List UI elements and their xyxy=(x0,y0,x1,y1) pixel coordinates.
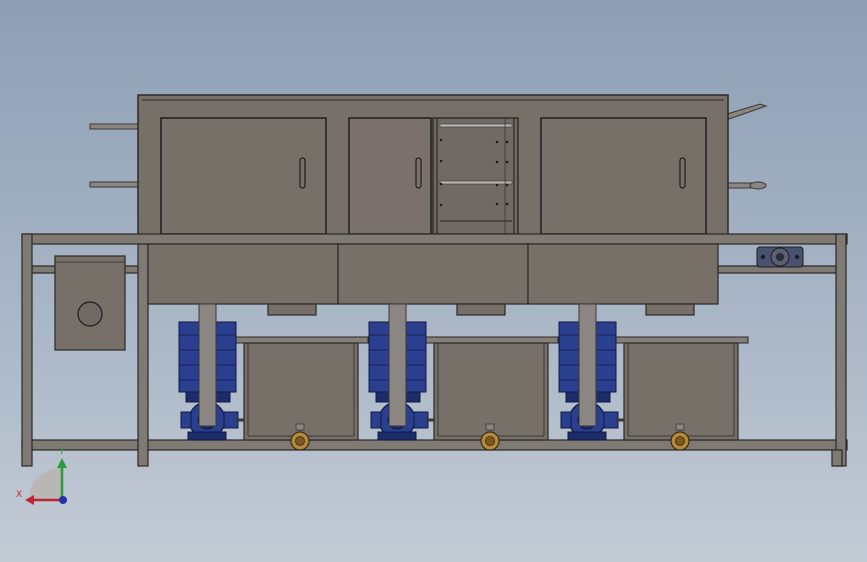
station-1 xyxy=(178,303,369,451)
pump-riser-pipe xyxy=(198,303,217,427)
station-3 xyxy=(558,303,749,451)
cabinet-door-3 xyxy=(540,117,707,235)
right-guide-rods xyxy=(726,103,768,190)
cad-viewport[interactable]: Y X xyxy=(0,0,867,562)
triad-x-arrow-icon xyxy=(25,495,34,505)
control-box xyxy=(54,255,126,351)
pump-riser-pipe xyxy=(388,303,407,427)
triad-y-label: Y xyxy=(58,447,65,457)
cabinet-door-1 xyxy=(160,117,327,235)
conveyor-drive-bearing xyxy=(756,246,804,268)
machine-front-view: Y X xyxy=(16,94,848,505)
upper-cabinet xyxy=(137,94,729,241)
cabinet-door-2 xyxy=(348,117,432,235)
station-2 xyxy=(368,303,559,451)
triad-z-axis-icon xyxy=(59,496,67,504)
left-guide-rods xyxy=(89,123,141,188)
control-box-knob xyxy=(77,301,103,327)
open-rack-section xyxy=(432,117,519,235)
triad-plane-indicator xyxy=(29,467,63,500)
drip-trays xyxy=(147,243,719,316)
triad-x-label: X xyxy=(16,490,22,500)
triad-y-arrow-icon xyxy=(57,458,67,468)
pump-riser-pipe xyxy=(578,303,597,427)
